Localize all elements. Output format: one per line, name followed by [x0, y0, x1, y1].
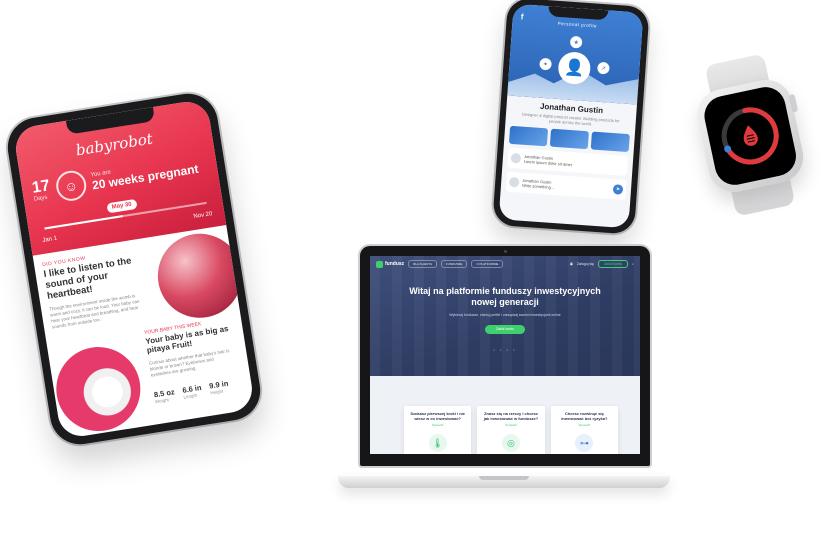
card-title: Znasz się na rzeczy i chcesz jak inwesto…	[483, 411, 539, 422]
hero-title: Witaj na platformie funduszy inwestycyjn…	[409, 286, 601, 307]
feed-item[interactable]: Jonathan Gustin Lorem ipsum dolor sit am…	[507, 148, 629, 177]
watch-screen[interactable]	[700, 83, 800, 189]
pregnancy-status: You are 20 weeks pregnant	[90, 156, 199, 193]
gallery-tile[interactable]	[508, 126, 549, 147]
pregnancy-screen: babyrobot 17 Days ☺ You are 20 weeks pre…	[12, 98, 256, 440]
laptop-base	[338, 476, 670, 488]
card-link[interactable]: Sprawdź	[483, 423, 538, 427]
star-icon[interactable]: ★	[569, 35, 583, 49]
date-start: Jan 1	[42, 235, 58, 244]
stat-height: 9.9 in Height	[209, 379, 230, 396]
site-hero: fundusz DLA KLIENTA FUNDUSZE O PLATFORMI…	[370, 256, 640, 376]
profile-screen: f Personal profile ✦ ↗ ★ 👤 Jonathan Gust…	[498, 3, 644, 229]
smart-watch	[687, 50, 813, 221]
profile-header-title: Personal profile	[557, 20, 598, 29]
search-icon[interactable]: ⌕	[632, 262, 634, 266]
baby-stats: 8.5 oz Weight 6.6 in Length 9.9 in Heigh…	[153, 379, 229, 405]
site-logo[interactable]: fundusz	[376, 260, 405, 268]
logo-mark-icon	[376, 260, 383, 268]
cart-icon[interactable]: ▣	[570, 262, 573, 266]
hero-signup-button[interactable]: Załóż konto	[485, 324, 525, 334]
pregnancy-phone: babyrobot 17 Days ☺ You are 20 weeks pre…	[3, 89, 265, 449]
share-icon[interactable]: ↗	[597, 61, 610, 75]
nav-button-platform[interactable]: O PLATFORMIE	[471, 260, 504, 268]
carousel-dots[interactable]: • • • •	[370, 347, 640, 352]
card-title: Chcesz rozwinąć się inwestować bez ryzyk…	[561, 411, 608, 422]
gallery-tile[interactable]	[549, 129, 589, 150]
person-icon: 👤	[563, 59, 585, 78]
date-end: Nov 20	[193, 211, 213, 221]
composer-text: Jonathan Gustin Write something...	[522, 178, 555, 190]
offer-card-advanced[interactable]: Znasz się na rzeczy i chcesz jak inwesto…	[477, 406, 545, 454]
days-counter: 17 Days	[31, 177, 52, 203]
hero-subtitle: Wybieraj fundusze, startuj portfel i zar…	[449, 312, 561, 317]
pregnancy-content: DID YOU KNOW I like to listen to the sou…	[33, 225, 256, 439]
stat-weight: 8.5 oz Weight	[153, 387, 176, 404]
fund-website: fundusz DLA KLIENTA FUNDUSZE O PLATFORMI…	[370, 256, 640, 454]
card-link[interactable]: Sprawdź	[410, 423, 465, 427]
watch-progress-ring	[721, 107, 779, 165]
watch-case	[692, 75, 808, 197]
send-icon[interactable]: ➤	[612, 184, 624, 196]
laptop-groove	[479, 476, 529, 480]
link-icon[interactable]: ✦	[539, 57, 552, 71]
signup-button[interactable]: Załóż konto	[597, 260, 629, 268]
nav-right: ▣ Zaloguj się Załóż konto ⌕	[570, 260, 634, 268]
days-label: Days	[33, 194, 48, 203]
login-link[interactable]: Zaloguj się	[577, 262, 594, 266]
avatar-small	[508, 177, 520, 188]
nav-button-client[interactable]: DLA KLIENTA	[408, 260, 437, 268]
feed-text: Jonathan Gustin Lorem ipsum dolor sit am…	[524, 154, 573, 167]
heart-drop-icon	[743, 125, 758, 146]
coins-icon: ◎	[501, 434, 520, 453]
site-logo-text: fundusz	[385, 261, 405, 267]
site-nav: fundusz DLA KLIENTA FUNDUSZE O PLATFORMI…	[370, 256, 640, 272]
thermometer-icon: 🌡	[428, 434, 447, 453]
laptop-camera	[503, 250, 507, 253]
profile-header: f Personal profile ✦ ↗ ★ 👤	[507, 3, 644, 105]
card-link[interactable]: Sprawdź	[557, 423, 612, 427]
profile-phone: f Personal profile ✦ ↗ ★ 👤 Jonathan Gust…	[492, 0, 650, 235]
card-title: Szukasz pierwszej kroki i nie wiesz w co…	[410, 411, 466, 422]
laptop-lid: fundusz DLA KLIENTA FUNDUSZE O PLATFORMI…	[360, 246, 650, 466]
laptop: fundusz DLA KLIENTA FUNDUSZE O PLATFORMI…	[338, 246, 670, 502]
pitaya-image	[50, 341, 147, 438]
dumbbell-icon: ⊶	[575, 434, 594, 453]
gallery-tile[interactable]	[590, 131, 630, 153]
nav-button-funds[interactable]: FUNDUSZE	[440, 260, 468, 268]
stat-length: 6.6 in Length	[182, 383, 203, 400]
offer-cards: Szukasz pierwszej kroki i nie wiesz w co…	[404, 406, 618, 454]
feed-composer[interactable]: Jonathan Gustin Write something... ➤	[505, 172, 627, 201]
composer-placeholder: Write something...	[521, 183, 555, 191]
progress-pill: May 30	[106, 198, 138, 214]
offer-card-safe[interactable]: Chcesz rozwinąć się inwestować bez ryzyk…	[550, 406, 618, 454]
offer-card-beginner[interactable]: Szukasz pierwszej kroki i nie wiesz w co…	[404, 406, 472, 454]
baby-icon[interactable]: ☺	[53, 168, 89, 203]
avatar-small	[510, 153, 522, 164]
